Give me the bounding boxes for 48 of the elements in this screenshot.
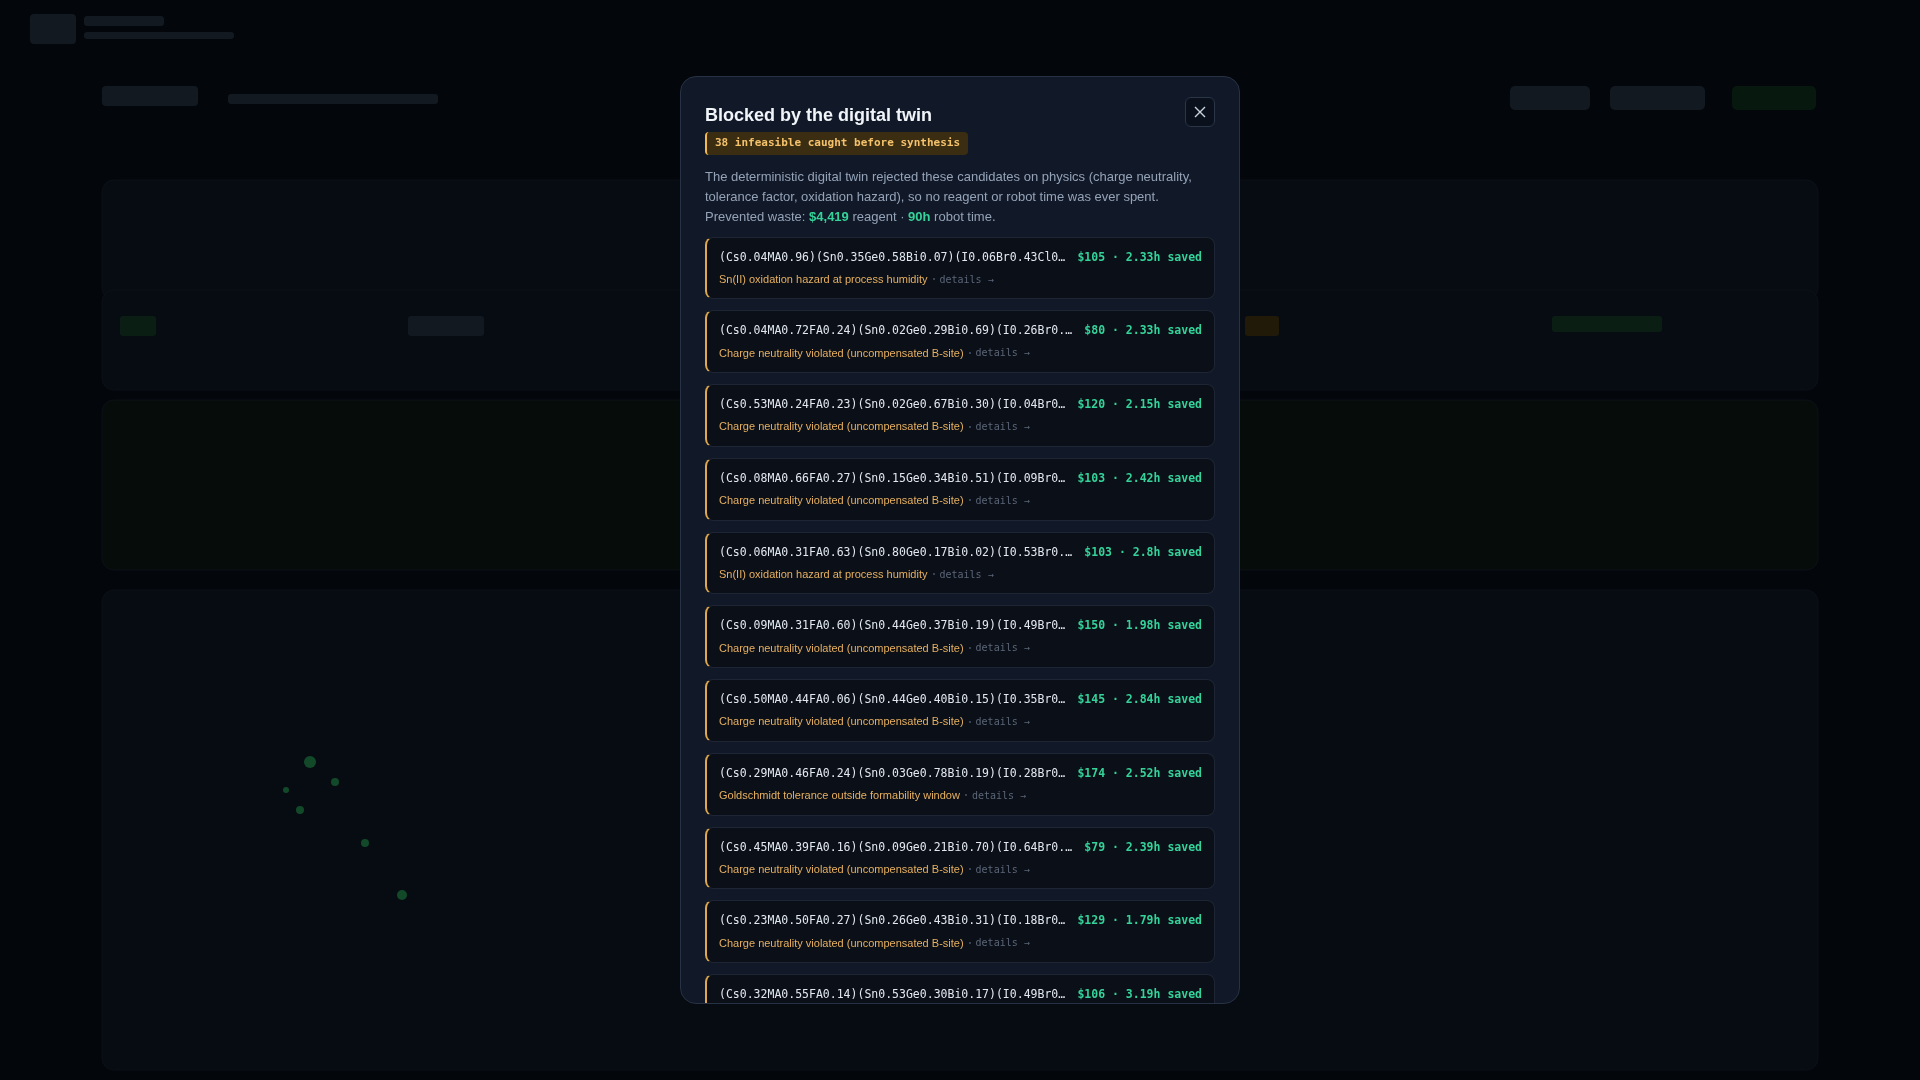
savings-label: $150 · 1.98h saved — [1077, 617, 1202, 635]
details-link[interactable]: details → — [971, 787, 1027, 803]
rejection-reason: Sn(II) oxidation hazard at process humidity — [719, 566, 928, 582]
savings-label: $80 · 2.33h saved — [1084, 322, 1202, 340]
details-link[interactable]: details → — [975, 492, 1030, 508]
details-link[interactable]: details → — [975, 935, 1030, 951]
savings-label: $120 · 2.15h saved — [1077, 396, 1202, 413]
formula: (Cs0.09MA0.31FA0.60)(Sn0.44Ge0.37Bi0.19)(I0.49Br0… — [719, 617, 1066, 635]
dialog-title: Blocked by the digital twin — [705, 104, 933, 127]
formula: (Cs0.04MA0.96)(Sn0.35Ge0.58Bi0.07)(I0.06Br0.43Cl0… — [719, 248, 1066, 266]
formula: (Cs0.06MA0.31FA0.63)(Sn0.80Ge0.17Bi0.02)(I0.53Br0.… — [719, 543, 1073, 561]
close-button[interactable] — [1185, 97, 1215, 127]
details-link[interactable]: details → — [939, 566, 994, 582]
rejection-reason: Charge neutrality violated (uncompensated B-site) — [719, 640, 964, 656]
rejection-reason: Charge neutrality violated (uncompensated B-site) — [719, 861, 964, 877]
rejection-reason: Sn(II) oxidation hazard at process humidity — [719, 271, 928, 287]
rejection-reason: Charge neutrality violated (uncompensated B-site) — [719, 419, 964, 435]
savings-label: $129 · 1.79h saved — [1077, 912, 1202, 930]
formula: (Cs0.32MA0.55FA0.14)(Sn0.53Ge0.30Bi0.17)(I0.49Br0… — [719, 986, 1066, 1003]
formula: (Cs0.45MA0.39FA0.16)(Sn0.09Ge0.21Bi0.70)(I0.64Br0.… — [719, 838, 1073, 856]
savings-label: $105 · 2.33h saved — [1077, 248, 1202, 266]
savings-label: $145 · 2.84h saved — [1077, 691, 1202, 708]
savings-label: $174 · 2.52h saved — [1077, 764, 1202, 782]
formula: (Cs0.23MA0.50FA0.27)(Sn0.26Ge0.43Bi0.31)(I0.18Br0… — [719, 912, 1066, 930]
formula: (Cs0.04MA0.72FA0.24)(Sn0.02Ge0.29Bi0.69)(I0.26Br0.… — [719, 322, 1073, 340]
formula: (Cs0.53MA0.24FA0.23)(Sn0.02Ge0.67Bi0.30)(I0.04Br0… — [719, 396, 1066, 413]
savings-label: $103 · 2.42h saved — [1077, 469, 1202, 487]
rejection-reason: Charge neutrality violated (uncompensated B-site) — [719, 714, 964, 730]
details-link[interactable]: details → — [975, 345, 1030, 361]
details-link[interactable]: details → — [975, 640, 1030, 656]
description: The deterministic digital twin rejected these candidates on physics (charge neutrality, tolerance factor, oxidation hazard), so no reagent or robot time was ever spent. — [705, 167, 1193, 206]
details-link[interactable]: details → — [939, 271, 994, 287]
rejection-reason: Goldschmidt tolerance outside formability window — [719, 788, 960, 803]
details-link[interactable]: details → — [975, 419, 1030, 434]
details-link[interactable]: details → — [975, 861, 1030, 877]
savings-label: $106 · 3.19h saved — [1077, 986, 1202, 1003]
count-badge: 38 infeasible caught before synthesis — [705, 132, 969, 155]
rejection-reason: Charge neutrality violated (uncompensated B-site) — [719, 935, 964, 951]
formula: (Cs0.29MA0.46FA0.24)(Sn0.03Ge0.78Bi0.19)(I0.28Br0… — [719, 764, 1066, 782]
savings-label: $103 · 2.8h saved — [1084, 543, 1202, 561]
formula: (Cs0.50MA0.44FA0.06)(Sn0.44Ge0.40Bi0.15)(I0.35Br0… — [719, 691, 1066, 708]
details-link[interactable]: details → — [975, 714, 1030, 729]
close-icon — [1194, 106, 1206, 118]
rejection-reason: Charge neutrality violated (uncompensated B-site) — [719, 493, 964, 508]
rejection-reason: Charge neutrality violated (uncompensated B-site) — [719, 345, 964, 361]
savings-label: $79 · 2.39h saved — [1084, 838, 1202, 856]
formula: (Cs0.08MA0.66FA0.27)(Sn0.15Ge0.34Bi0.51)(I0.09Br0… — [719, 469, 1066, 487]
waste-summary: Prevented waste: $4,419 reagent · 90h robot time. — [705, 207, 997, 226]
